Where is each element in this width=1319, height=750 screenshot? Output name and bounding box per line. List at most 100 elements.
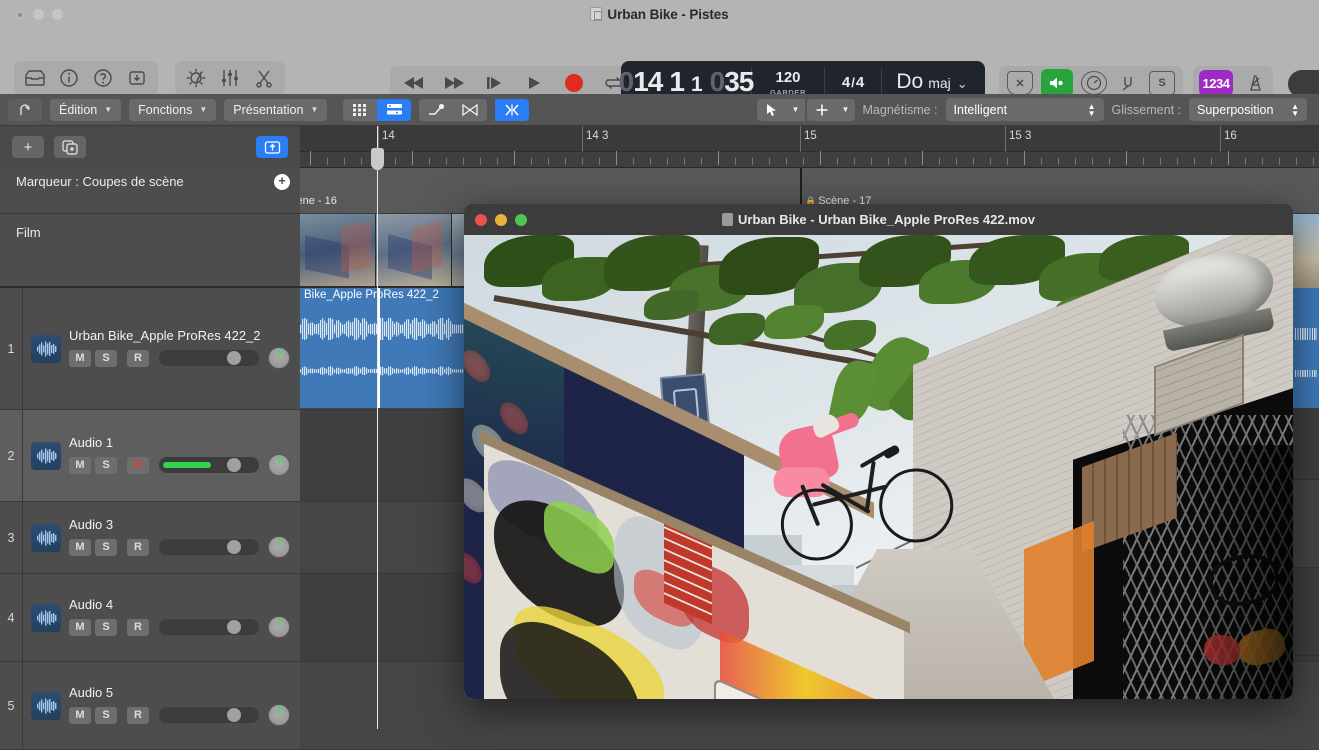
track-header[interactable]: 3 Audio 3 MSR <box>0 502 300 574</box>
track-header[interactable]: 1 Urban Bike_Apple ProRes 422_2 M S R <box>0 288 300 410</box>
close-button[interactable] <box>475 213 487 226</box>
audio-track-icon[interactable] <box>31 441 61 470</box>
empty-lane-edge[interactable] <box>1293 408 1319 480</box>
volume-fader[interactable] <box>159 707 259 723</box>
track-name[interactable]: Audio 4 <box>69 597 292 612</box>
fader-knob[interactable] <box>227 620 241 634</box>
pan-knob[interactable] <box>268 536 290 558</box>
track-header[interactable]: 5 Audio 5 MSR <box>0 662 300 750</box>
ruler-subdivisions[interactable] <box>300 151 1319 168</box>
fader-knob[interactable] <box>227 708 241 722</box>
solo-button[interactable]: S <box>95 456 117 474</box>
menu-edition[interactable]: Édition ▼ <box>50 98 122 121</box>
pointer-tool-chevron-down-icon[interactable]: ▼ <box>786 98 805 121</box>
record-arm-button[interactable]: R <box>127 618 149 636</box>
automation-segmented[interactable] <box>419 98 488 121</box>
fader-knob[interactable] <box>227 458 241 472</box>
drag-mode-select[interactable]: Superposition ▲ ▼ <box>1189 98 1307 121</box>
export-icon[interactable] <box>256 136 288 158</box>
count-in-icon[interactable]: 1234 <box>1199 70 1233 96</box>
flex-icon[interactable] <box>453 98 488 121</box>
mixer-icon[interactable] <box>213 63 247 93</box>
empty-lane-edge[interactable] <box>1293 480 1319 568</box>
minimize-button[interactable] <box>495 213 507 226</box>
marker-track-header[interactable]: Marqueur : Coupes de scène + <box>0 168 300 214</box>
record-arm-button[interactable]: R <box>127 538 149 556</box>
volume-fader[interactable] <box>159 457 259 473</box>
record-arm-button[interactable]: R <box>127 456 149 474</box>
solo-button[interactable]: S <box>95 706 117 724</box>
video-window[interactable]: Urban Bike - Urban Bike_Apple ProRes 422… <box>464 204 1293 699</box>
add-marker-button[interactable]: + <box>274 174 290 190</box>
download-icon[interactable] <box>120 63 154 93</box>
track-header[interactable]: 2 Audio 1 MSR <box>0 410 300 502</box>
fader-knob[interactable] <box>227 351 241 365</box>
volume-fader[interactable] <box>159 539 259 555</box>
zoom-button[interactable] <box>515 213 527 226</box>
film-thumbnail[interactable] <box>300 214 376 286</box>
record-arm-button[interactable]: R <box>127 349 149 367</box>
pan-knob[interactable] <box>268 454 290 476</box>
navigate-up-button[interactable] <box>8 98 42 121</box>
brightness-icon[interactable] <box>179 63 213 93</box>
help-icon[interactable] <box>86 63 120 93</box>
add-track-button[interactable]: + <box>12 136 44 158</box>
tuner-icon[interactable] <box>1115 71 1141 95</box>
minimize-button[interactable] <box>33 9 44 20</box>
pan-knob[interactable] <box>268 616 290 638</box>
solo-button[interactable]: S <box>95 538 117 556</box>
view-mode-segmented[interactable] <box>343 98 412 121</box>
marquee-tool-chevron-down-icon[interactable]: ▼ <box>836 98 855 121</box>
duplicate-track-icon[interactable] <box>54 136 86 158</box>
cpu-meter-icon[interactable] <box>1081 71 1107 95</box>
track-name[interactable]: Audio 1 <box>69 435 292 450</box>
menu-fonctions[interactable]: Fonctions ▼ <box>129 98 217 121</box>
close-button[interactable] <box>14 9 25 20</box>
solo-button[interactable]: S <box>95 618 117 636</box>
tools-segmented[interactable]: ▼ ▼ <box>756 98 855 121</box>
window-traffic-lights[interactable] <box>14 9 63 20</box>
audio-track-icon[interactable] <box>31 334 61 363</box>
solo-icon[interactable]: S <box>1149 71 1175 95</box>
low-latency-icon[interactable]: ✕ <box>1007 71 1033 95</box>
volume-fader[interactable] <box>159 350 259 366</box>
marker[interactable]: cène - 16 <box>300 195 337 207</box>
speaker-icon[interactable] <box>1041 69 1073 97</box>
audio-track-icon[interactable] <box>31 523 61 552</box>
ruler[interactable]: 14 14 3 15 15 3 16 <box>300 126 1319 152</box>
mute-button[interactable]: M <box>69 618 91 636</box>
film-thumbnail-edge[interactable] <box>1293 214 1319 288</box>
chevron-down-icon[interactable]: ⌄ <box>957 76 968 92</box>
audio-track-icon[interactable] <box>31 691 61 720</box>
audio-track-icon[interactable] <box>31 603 61 632</box>
pointer-tool[interactable] <box>756 98 787 121</box>
pan-knob[interactable] <box>268 347 290 369</box>
snap-mode-select[interactable]: Intelligent ▲ ▼ <box>945 98 1104 121</box>
solo-button[interactable]: S <box>95 349 117 367</box>
mute-button[interactable]: M <box>69 706 91 724</box>
empty-lane-edge[interactable] <box>1293 568 1319 656</box>
film-track-header[interactable]: Film <box>0 214 300 288</box>
marquee-tool[interactable] <box>806 98 837 121</box>
video-traffic-lights[interactable] <box>475 213 527 226</box>
mute-button[interactable]: M <box>69 456 91 474</box>
volume-fader[interactable] <box>159 619 259 635</box>
track-name[interactable]: Audio 5 <box>69 685 292 700</box>
menu-presentation[interactable]: Présentation ▼ <box>224 98 328 121</box>
zoom-button[interactable] <box>52 9 63 20</box>
snap-icon[interactable] <box>495 98 530 121</box>
video-window-titlebar[interactable]: Urban Bike - Urban Bike_Apple ProRes 422… <box>464 204 1293 235</box>
info-icon[interactable] <box>52 63 86 93</box>
mute-button[interactable]: M <box>69 538 91 556</box>
audio-region-edge[interactable] <box>1293 288 1319 408</box>
film-thumbnail[interactable] <box>376 214 452 286</box>
snap-segmented[interactable] <box>495 98 530 121</box>
mute-button[interactable]: M <box>69 349 91 367</box>
pan-knob[interactable] <box>268 704 290 726</box>
track-name[interactable]: Urban Bike_Apple ProRes 422_2 <box>69 328 292 343</box>
record-arm-button[interactable]: R <box>127 706 149 724</box>
video-preview[interactable] <box>464 235 1293 699</box>
list-view-icon[interactable] <box>377 98 412 121</box>
track-header[interactable]: 4 Audio 4 MSR <box>0 574 300 662</box>
automation-icon[interactable] <box>419 98 454 121</box>
